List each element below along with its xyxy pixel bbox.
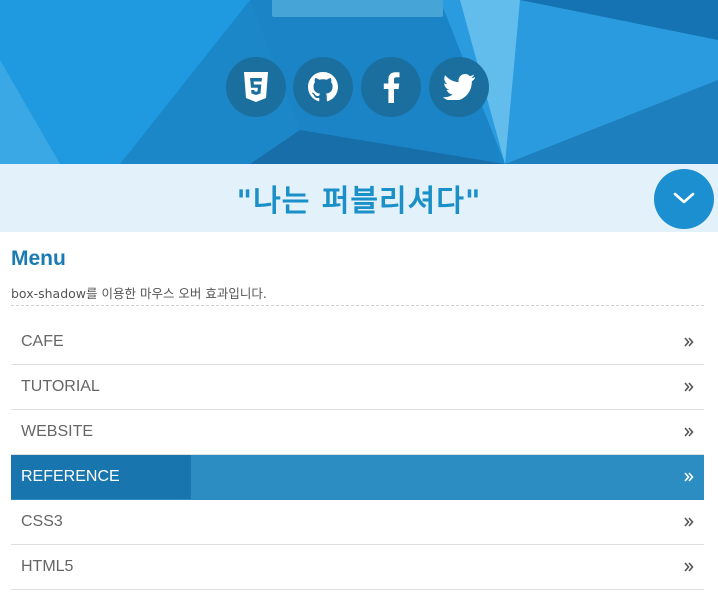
social-twitter-link[interactable] xyxy=(429,57,489,117)
geometric-background xyxy=(0,0,718,164)
scroll-down-button[interactable] xyxy=(654,169,714,229)
menu-list: CAFE TUTORIAL WEBSITE REFERENCE CSS3 HTM… xyxy=(11,320,704,590)
html5-icon xyxy=(243,72,269,102)
menu-item-reference[interactable]: REFERENCE xyxy=(11,455,704,500)
double-chevron-right-icon xyxy=(684,427,694,437)
menu-item-label: WEBSITE xyxy=(21,423,94,440)
double-chevron-right-icon xyxy=(684,337,694,347)
double-chevron-right-icon xyxy=(684,382,694,392)
menu-item-css3[interactable]: CSS3 xyxy=(11,500,704,545)
page-title: "나는 퍼블리셔다" xyxy=(236,184,482,219)
facebook-icon xyxy=(382,71,400,103)
header-banner xyxy=(0,0,718,164)
menu-item-label: CSS3 xyxy=(21,513,63,530)
menu-item-label: REFERENCE xyxy=(21,468,120,485)
menu-item-tutorial[interactable]: TUTORIAL xyxy=(11,365,704,410)
social-facebook-link[interactable] xyxy=(361,57,421,117)
double-chevron-right-icon xyxy=(684,562,694,572)
menu-item-label: TUTORIAL xyxy=(21,378,100,395)
menu-item-html5[interactable]: HTML5 xyxy=(11,545,704,590)
social-html5-link[interactable] xyxy=(226,57,286,117)
top-nav-button[interactable] xyxy=(272,0,443,17)
divider xyxy=(11,305,704,306)
menu-item-cafe[interactable]: CAFE xyxy=(11,320,704,365)
menu-heading: Menu xyxy=(11,247,66,270)
chevron-down-icon xyxy=(673,190,695,209)
menu-item-label: CAFE xyxy=(21,333,64,350)
menu-item-website[interactable]: WEBSITE xyxy=(11,410,704,455)
double-chevron-right-icon xyxy=(684,517,694,527)
social-github-link[interactable] xyxy=(293,57,353,117)
title-band: "나는 퍼블리셔다" xyxy=(0,164,718,232)
double-chevron-right-icon xyxy=(684,472,694,482)
github-icon xyxy=(307,71,339,103)
menu-description: box-shadow를 이용한 마우스 오버 효과입니다. xyxy=(11,286,267,301)
twitter-icon xyxy=(443,74,475,100)
menu-item-label: HTML5 xyxy=(21,558,74,575)
